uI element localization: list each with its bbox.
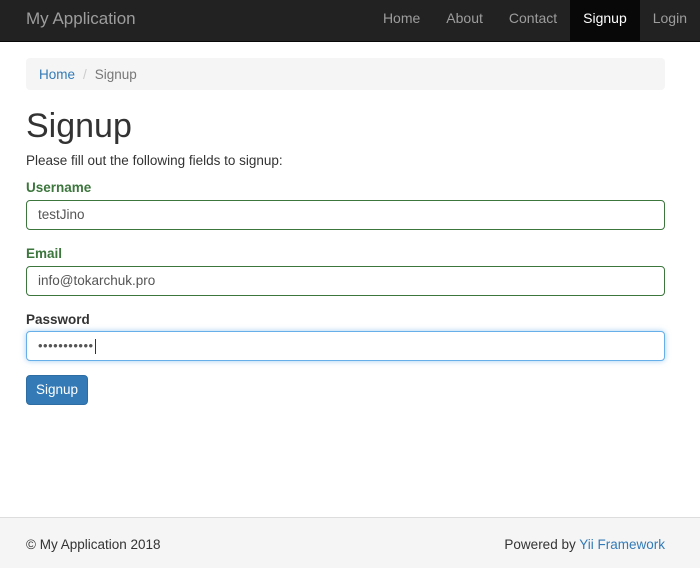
nav-item-contact[interactable]: Contact <box>496 0 570 41</box>
email-input[interactable]: info@tokarchuk.pro <box>26 266 665 296</box>
nav-item-signup[interactable]: Signup <box>570 0 640 41</box>
footer-copyright: © My Application 2018 <box>26 537 161 552</box>
password-label: Password <box>26 312 90 327</box>
intro-text: Please fill out the following fields to … <box>26 153 283 168</box>
yii-framework-link[interactable]: Yii Framework <box>579 537 665 552</box>
footer: © My Application 2018 Powered by Yii Fra… <box>0 517 700 568</box>
nav-item-home[interactable]: Home <box>370 0 433 41</box>
text-caret <box>94 338 96 354</box>
signup-button[interactable]: Signup <box>26 375 88 405</box>
breadcrumb-home-link[interactable]: Home <box>39 67 75 82</box>
breadcrumb-current: Signup <box>94 66 137 82</box>
powered-by-text: Powered by <box>504 537 580 552</box>
footer-powered-by: Powered by Yii Framework <box>504 537 665 552</box>
username-input[interactable]: testJino <box>26 200 665 230</box>
breadcrumb: Home / Signup <box>26 58 665 90</box>
page-title: Signup <box>26 107 132 145</box>
page: My Application Home About Contact Signup… <box>0 0 700 568</box>
brand-link[interactable]: My Application <box>26 0 136 41</box>
password-masked-value: ••••••••••• <box>38 338 94 353</box>
email-label: Email <box>26 246 63 261</box>
nav-menu: Home About Contact Signup Login <box>370 0 700 41</box>
nav-item-login[interactable]: Login <box>640 0 700 41</box>
password-input[interactable]: ••••••••••• <box>26 331 665 361</box>
username-label: Username <box>26 180 92 195</box>
breadcrumb-separator: / <box>83 66 87 82</box>
nav-item-about[interactable]: About <box>433 0 496 41</box>
navbar: My Application Home About Contact Signup… <box>0 0 700 42</box>
